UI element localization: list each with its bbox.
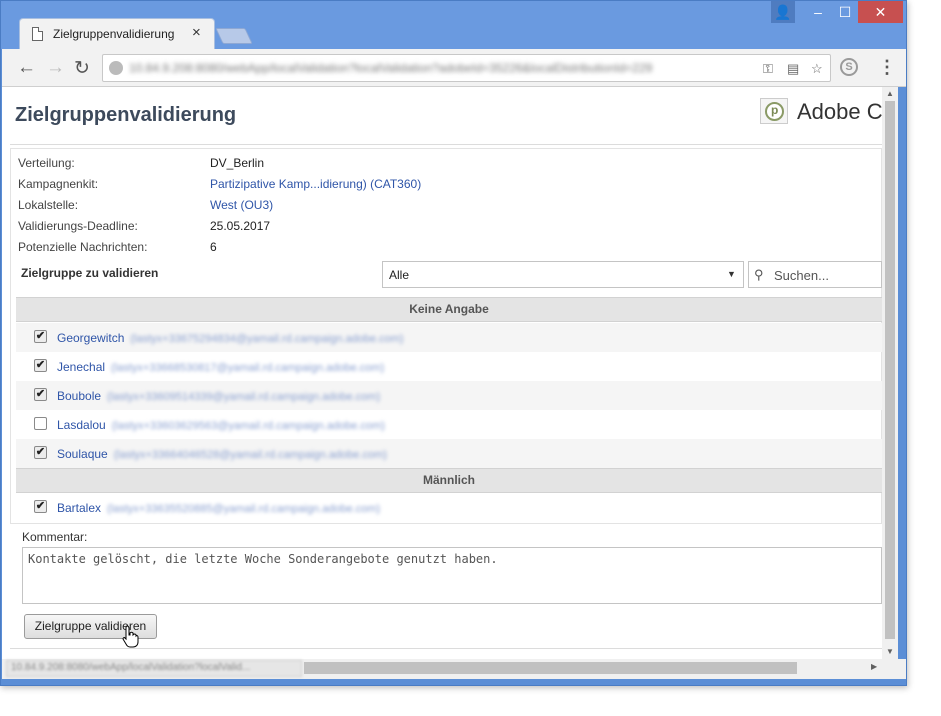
- horizontal-scrollbar-thumb[interactable]: [304, 662, 797, 674]
- window-frame-bottom: [1, 679, 906, 685]
- page-title: Zielgruppenvalidierung: [15, 104, 237, 126]
- list-item: ✔ Soulaque (lastyx+33664046528@yamail.rd.…: [16, 439, 882, 468]
- minimize-button[interactable]: –: [806, 1, 830, 23]
- status-bar: 10.84.9.208:8080/webApp/localValidation?…: [2, 659, 906, 679]
- list-item: ✔ Boubole (lastyx+33609514339@yamail.rd.c…: [16, 381, 882, 410]
- info-value-distribution: DV_Berlin: [210, 156, 265, 170]
- info-label: Kampagnenkit:: [18, 177, 99, 191]
- key-icon[interactable]: ⚿: [763, 61, 773, 77]
- recipient-checkbox[interactable]: ✔: [34, 330, 47, 343]
- url-text: 10.84.9.208:8080/webApp/localValidation?…: [129, 61, 653, 75]
- group-header: Keine Angabe: [16, 297, 882, 322]
- info-link-campaign-kit[interactable]: Partizipative Kamp...idierung) (CAT360): [210, 177, 421, 191]
- search-placeholder: Suchen...: [774, 268, 829, 283]
- target-to-validate-label: Zielgruppe zu validieren: [21, 266, 159, 280]
- recipient-email: (lastyx+33635520885@yamail.rd.campaign.a…: [107, 503, 381, 515]
- title-bar: Zielgruppenvalidierung × 👤 – ☐ ✕: [1, 1, 906, 49]
- maximize-button[interactable]: ☐: [833, 1, 857, 23]
- bookmark-star-icon[interactable]: ☆: [811, 61, 823, 77]
- recipient-email: (lastyx+33668530817@yamail.rd.campaign.a…: [111, 362, 385, 374]
- site-info-icon[interactable]: [109, 61, 123, 75]
- search-input[interactable]: ⚲ Suchen...: [748, 261, 882, 288]
- recipient-checkbox[interactable]: ✔: [34, 359, 47, 372]
- filter-select[interactable]: Alle ▼: [382, 261, 744, 288]
- user-profile-icon[interactable]: 👤: [771, 1, 795, 23]
- scroll-up-icon[interactable]: ▲: [886, 89, 894, 98]
- recipient-name[interactable]: Jenechal (lastyx+33668530817@yamail.rd.ca…: [57, 360, 384, 374]
- scroll-right-icon[interactable]: ▶: [871, 662, 877, 671]
- address-bar[interactable]: 10.84.9.208:8080/webApp/localValidation?…: [102, 54, 831, 82]
- list-item: ✔ Bartalex (lastyx+33635520885@yamail.rd.…: [16, 493, 882, 522]
- scroll-down-icon[interactable]: ▼: [886, 647, 894, 656]
- scrollbar-thumb[interactable]: [885, 101, 895, 639]
- browser-window: Zielgruppenvalidierung × 👤 – ☐ ✕ ← → ↻ 1…: [0, 0, 907, 686]
- browser-menu-icon[interactable]: ⋮: [878, 57, 896, 78]
- info-label: Validierungs-Deadline:: [18, 219, 138, 233]
- search-icon: ⚲: [754, 267, 764, 282]
- translate-icon[interactable]: ▤: [787, 61, 799, 77]
- skype-extension-icon[interactable]: S: [840, 58, 858, 76]
- recipient-checkbox[interactable]: ✔: [34, 500, 47, 513]
- tab-title: Zielgruppenvalidierung: [53, 27, 175, 41]
- close-window-button[interactable]: ✕: [858, 1, 903, 23]
- info-label: Potenzielle Nachrichten:: [18, 240, 148, 254]
- status-url: 10.84.9.208:8080/webApp/localValidation?…: [6, 660, 302, 677]
- vertical-scrollbar[interactable]: ▲ ▼: [882, 87, 898, 659]
- recipient-checkbox[interactable]: [34, 417, 47, 430]
- page-viewport: Zielgruppenvalidierung p Adobe Ca Vertei…: [2, 87, 882, 659]
- recipient-name[interactable]: Soulaque (lastyx+33664046528@yamail.rd.ca…: [57, 447, 387, 461]
- divider: [10, 144, 882, 145]
- divider: [10, 648, 882, 649]
- list-item: Lasdalou (lastyx+33603629563@yamail.rd.ca…: [16, 410, 882, 439]
- info-link-local-entity[interactable]: West (OU3): [210, 198, 273, 212]
- recipient-email: (lastyx+33675294834@yamail.rd.campaign.a…: [130, 333, 404, 345]
- comment-label: Kommentar:: [22, 530, 88, 544]
- reload-icon[interactable]: ↻: [74, 57, 90, 80]
- tab-close-icon[interactable]: ×: [192, 24, 201, 41]
- forward-arrow-icon[interactable]: →: [46, 57, 65, 79]
- info-value-potential-messages: 6: [210, 240, 217, 254]
- recipient-name[interactable]: Lasdalou (lastyx+33603629563@yamail.rd.ca…: [57, 418, 385, 432]
- info-value-deadline: 25.05.2017: [210, 219, 271, 233]
- comment-textarea[interactable]: Kontakte gelöscht, die letzte Woche Sond…: [22, 547, 882, 604]
- list-item: ✔ Jenechal (lastyx+33668530817@yamail.rd.…: [16, 352, 882, 381]
- info-label: Lokalstelle:: [18, 198, 79, 212]
- recipient-name[interactable]: Georgewitch (lastyx+33675294834@yamail.rd…: [57, 331, 404, 345]
- adobe-campaign-logo-icon: p: [760, 98, 788, 124]
- group-header: Männlich: [16, 468, 882, 493]
- list-item: ✔ Georgewitch (lastyx+33675294834@yamail.…: [16, 323, 882, 352]
- recipient-email: (lastyx+33609514339@yamail.rd.campaign.a…: [107, 391, 381, 403]
- browser-tab[interactable]: Zielgruppenvalidierung ×: [19, 18, 215, 49]
- back-arrow-icon[interactable]: ←: [17, 57, 36, 79]
- browser-toolbar: ← → ↻ 10.84.9.208:8080/webApp/localValid…: [2, 49, 906, 87]
- new-tab-button[interactable]: [215, 28, 253, 44]
- logo-text: Adobe Ca: [797, 99, 882, 124]
- recipient-checkbox[interactable]: ✔: [34, 388, 47, 401]
- chevron-down-icon: ▼: [727, 269, 736, 279]
- recipient-name[interactable]: Bartalex (lastyx+33635520885@yamail.rd.ca…: [57, 501, 380, 515]
- recipient-email: (lastyx+33664046528@yamail.rd.campaign.a…: [113, 449, 387, 461]
- recipient-email: (lastyx+33603629563@yamail.rd.campaign.a…: [111, 420, 385, 432]
- recipient-name[interactable]: Boubole (lastyx+33609514339@yamail.rd.cam…: [57, 389, 380, 403]
- recipient-checkbox[interactable]: ✔: [34, 446, 47, 459]
- hand-cursor-icon: [122, 625, 139, 648]
- info-label: Verteilung:: [18, 156, 75, 170]
- filter-select-value: Alle: [389, 268, 410, 282]
- document-icon: [32, 27, 43, 41]
